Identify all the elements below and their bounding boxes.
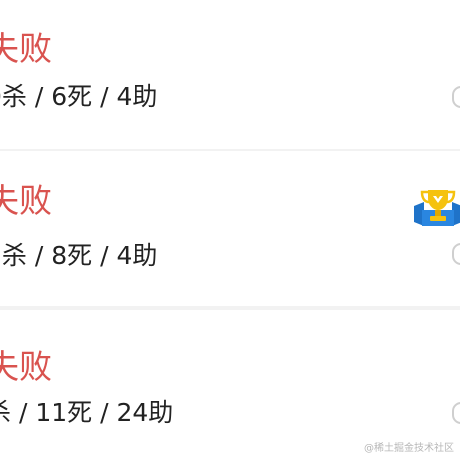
match-result: 失败	[0, 181, 52, 220]
detail-button[interactable]	[452, 402, 460, 424]
match-kda: 3杀 / 8死 / 4助	[0, 241, 158, 270]
match-kda: 杀 / 11死 / 24助	[0, 398, 174, 427]
match-card[interactable]: 失败 杀 / 11死 / 24助	[0, 310, 460, 460]
match-card[interactable]: 失败 0杀 / 6死 / 4助	[0, 0, 460, 150]
trophy-icon	[414, 190, 460, 226]
match-history-list: 失败 0杀 / 6死 / 4助 失败 3杀 / 8死 / 4助 失败 杀 / 1…	[0, 0, 460, 460]
match-kda: 0杀 / 6死 / 4助	[0, 82, 158, 111]
detail-button[interactable]	[452, 86, 460, 108]
match-result: 失败	[0, 347, 52, 386]
watermark: @稀土掘金技术社区	[364, 443, 454, 454]
match-result: 失败	[0, 29, 52, 68]
detail-button[interactable]	[452, 243, 460, 265]
match-card[interactable]: 失败 3杀 / 8死 / 4助	[0, 151, 460, 301]
